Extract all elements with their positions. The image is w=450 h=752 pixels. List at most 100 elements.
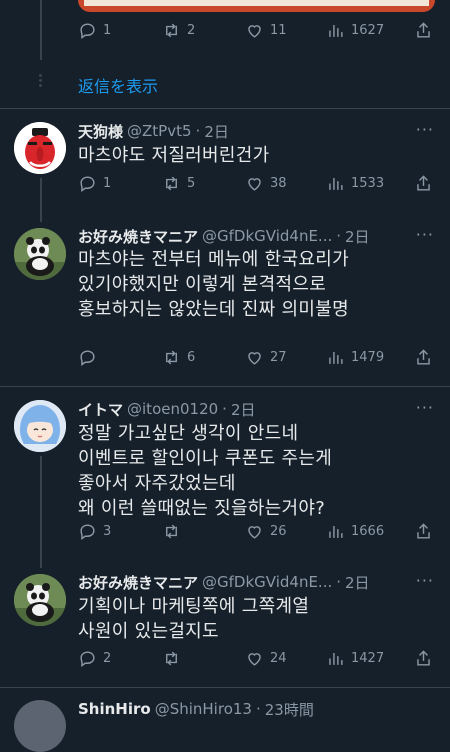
avatar[interactable]: [14, 228, 66, 280]
thread-line: [40, 456, 42, 568]
thread-line: [40, 0, 42, 60]
timestamp[interactable]: 2日: [204, 121, 229, 142]
handle[interactable]: @ShinHiro13: [155, 700, 252, 718]
avatar[interactable]: [14, 122, 66, 174]
views-button[interactable]: 1666: [326, 522, 384, 541]
media-card[interactable]: [78, 0, 435, 12]
like-button[interactable]: 26: [245, 522, 287, 541]
share-icon: [417, 650, 430, 666]
handle[interactable]: @itoen0120: [127, 400, 218, 418]
timestamp[interactable]: 2日: [345, 226, 370, 247]
like-button[interactable]: 38: [245, 174, 287, 193]
timestamp[interactable]: 2日: [231, 399, 256, 420]
more-options-button[interactable]: ···: [416, 225, 434, 244]
tweet-text: 마츠야는 전부터 메뉴에 한국요리가 있기야했지만 이렇게 본격적으로 홍보하지…: [78, 247, 349, 322]
timestamp[interactable]: 23時間: [265, 699, 314, 720]
views-icon: [329, 351, 343, 364]
separator: ·: [195, 122, 201, 140]
more-options-button[interactable]: ···: [416, 120, 434, 139]
panda-photo-icon: [14, 228, 66, 280]
reply-button[interactable]: 3: [78, 522, 111, 541]
views-button[interactable]: 1533: [326, 174, 384, 193]
share-button[interactable]: [414, 21, 439, 40]
handle[interactable]: @GfDkGVid4nE...: [202, 227, 332, 245]
share-button[interactable]: [414, 174, 439, 193]
like-button[interactable]: 11: [245, 21, 287, 40]
heart-icon: [248, 178, 261, 191]
reply-button[interactable]: 1: [78, 174, 111, 193]
separator: ·: [255, 700, 261, 718]
tweet-text-line: 마츠야는 전부터 메뉴에 한국요리가: [78, 249, 349, 270]
timestamp[interactable]: 2日: [345, 572, 370, 593]
like-count: 38: [270, 176, 287, 191]
like-count: 24: [270, 651, 287, 666]
share-icon: [417, 22, 430, 38]
reply-button[interactable]: [78, 348, 103, 367]
retweet-button[interactable]: 6: [162, 348, 195, 367]
avatar[interactable]: [14, 574, 66, 626]
reply-count: 1: [103, 176, 112, 191]
views-button[interactable]: 1627: [326, 21, 384, 40]
retweet-count: 2: [187, 23, 196, 38]
share-button[interactable]: [414, 348, 439, 367]
retweet-button[interactable]: 5: [162, 174, 195, 193]
reply-icon: [80, 23, 95, 40]
views-button[interactable]: 1427: [326, 649, 384, 668]
retweet-icon: [166, 350, 177, 365]
views-button[interactable]: 1479: [326, 348, 384, 367]
heart-icon: [248, 25, 261, 38]
like-button[interactable]: 24: [245, 649, 287, 668]
tweet-text-line: 이벤트로 할인이나 쿠폰도 주는게: [78, 448, 333, 469]
action-bar: 1 2 11 1627: [78, 21, 438, 45]
view-count: 1427: [351, 651, 385, 666]
like-button[interactable]: 27: [245, 348, 287, 367]
reply-count: 1: [103, 23, 112, 38]
reply-button[interactable]: 1: [78, 21, 111, 40]
avatar[interactable]: [14, 700, 66, 752]
display-name[interactable]: お好み焼きマニア: [78, 226, 198, 247]
retweet-icon: [166, 524, 177, 539]
retweet-icon: [166, 176, 177, 191]
divider: [0, 108, 450, 109]
share-button[interactable]: [414, 522, 439, 541]
action-bar: 2 24 1427: [78, 649, 438, 673]
more-options-button[interactable]: ···: [416, 571, 434, 590]
reply-icon: [80, 176, 95, 193]
tweet-header: 天狗様 @ZtPvt5 · 2日: [78, 121, 229, 141]
reply-count: 2: [103, 651, 112, 666]
display-name[interactable]: ShinHiro: [78, 700, 151, 718]
views-icon: [329, 525, 343, 538]
tengu-mask-icon: [14, 122, 66, 174]
tweet-text-line: 홍보하지는 않았는데 진짜 의미불명: [78, 299, 349, 320]
handle[interactable]: @ZtPvt5: [127, 122, 192, 140]
retweet-button[interactable]: [162, 522, 187, 541]
show-replies-link[interactable]: 返信を表示: [78, 73, 158, 97]
avatar[interactable]: [14, 400, 66, 452]
view-count: 1479: [351, 350, 385, 365]
separator: ·: [336, 573, 342, 591]
display-name[interactable]: お好み焼きマニア: [78, 572, 198, 593]
display-name[interactable]: 天狗様: [78, 121, 123, 142]
heart-icon: [248, 653, 261, 666]
more-options-button[interactable]: ···: [416, 398, 434, 417]
share-button[interactable]: [414, 649, 439, 668]
show-replies-dots: [37, 72, 43, 92]
share-icon: [417, 349, 430, 365]
thread-line: [40, 178, 42, 222]
retweet-button[interactable]: 2: [162, 21, 195, 40]
tweet-header: イトマ @itoen0120 · 2日: [78, 399, 255, 419]
like-count: 26: [270, 524, 287, 539]
heart-icon: [248, 526, 261, 539]
panda-photo-icon: [14, 574, 66, 626]
handle[interactable]: @GfDkGVid4nE...: [202, 573, 332, 591]
view-count: 1666: [351, 524, 385, 539]
view-count: 1533: [351, 176, 385, 191]
tweet-text-line: 있기야했지만 이렇게 본격적으로: [78, 274, 327, 295]
reply-button[interactable]: 2: [78, 649, 111, 668]
media-card-inner: [84, 0, 429, 6]
like-count: 11: [270, 23, 287, 38]
retweet-button[interactable]: [162, 649, 187, 668]
divider: [0, 386, 450, 387]
display-name[interactable]: イトマ: [78, 399, 123, 420]
separator: ·: [222, 400, 227, 418]
